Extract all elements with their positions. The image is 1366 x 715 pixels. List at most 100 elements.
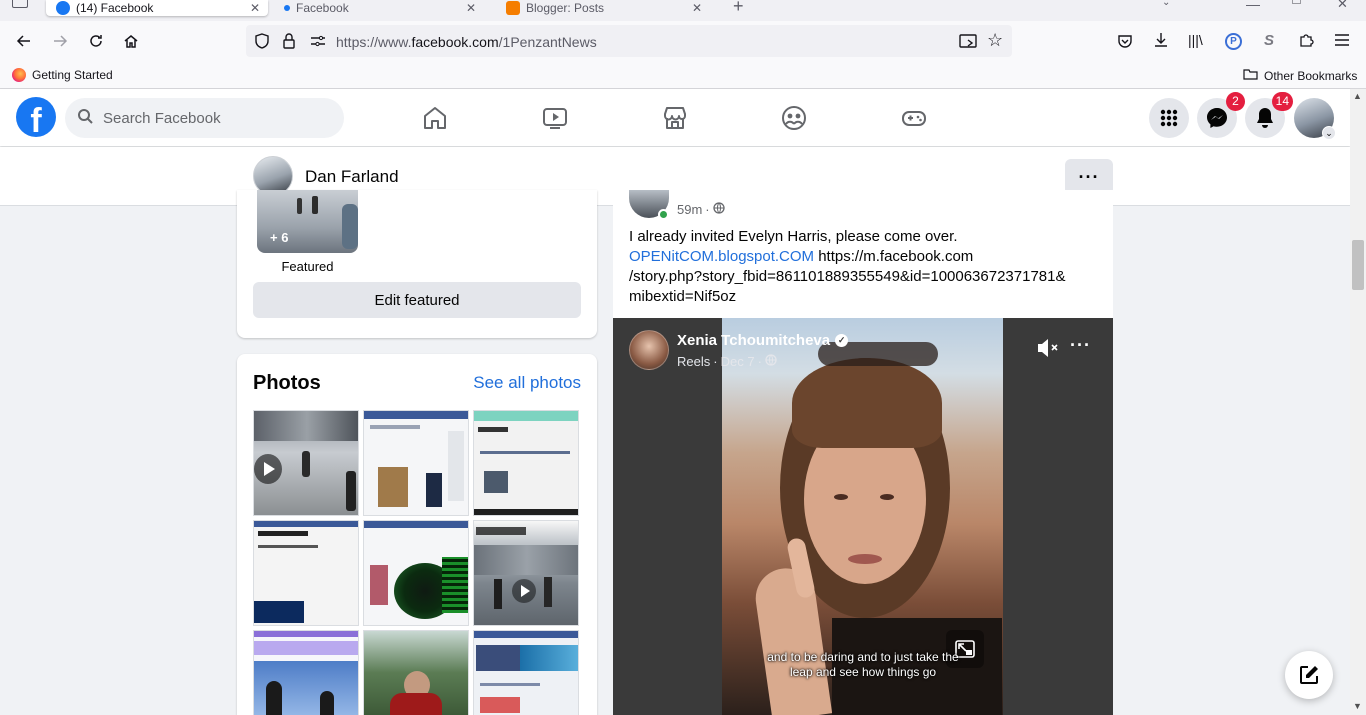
bookmark-star-icon[interactable]: ☆ — [987, 30, 1003, 51]
extensions-puzzle-icon[interactable] — [1298, 32, 1314, 53]
play-icon — [254, 454, 282, 484]
edit-featured-button[interactable]: Edit featured — [253, 282, 581, 318]
photo-thumbnail[interactable] — [363, 410, 469, 516]
close-window-icon[interactable]: ✕ — [1337, 0, 1348, 12]
close-tab-icon[interactable]: ✕ — [250, 1, 260, 15]
verified-badge-icon: ✓ — [835, 334, 849, 347]
pocket-icon[interactable] — [1117, 33, 1133, 54]
new-message-button[interactable] — [1285, 651, 1333, 699]
downloads-icon[interactable] — [1153, 32, 1169, 53]
scrollbar-thumb[interactable] — [1352, 240, 1364, 290]
facebook-header: f Search Facebook 2 14 ⌄ — [0, 89, 1350, 146]
featured-thumbnail[interactable]: + 6 — [257, 190, 358, 253]
grid-icon — [1160, 109, 1178, 127]
tab-blogger[interactable]: Blogger: Posts ✕ — [506, 0, 710, 16]
browser-tabstrip: (14) Facebook ✕ Facebook ✕ Blogger: Post… — [0, 0, 1366, 21]
extension-s-icon[interactable]: S — [1264, 32, 1274, 49]
reel-author-name[interactable]: Xenia Tchoumitcheva ✓ — [677, 332, 849, 349]
reel-date[interactable]: Dec 7 — [721, 354, 755, 369]
reel-author-avatar[interactable] — [629, 330, 669, 370]
reload-icon[interactable] — [84, 29, 108, 53]
photo-thumbnail[interactable] — [473, 630, 579, 715]
lock-icon[interactable] — [283, 33, 295, 54]
photo-thumbnail[interactable] — [363, 630, 469, 715]
restore-window-icon[interactable] — [1292, 0, 1301, 4]
extension-p-icon[interactable]: P — [1225, 33, 1242, 50]
nav-groups-icon[interactable] — [779, 103, 809, 133]
post-text: I already invited Evelyn Harris, please … — [629, 227, 1099, 307]
nav-video-icon[interactable] — [540, 103, 570, 133]
messenger-button[interactable]: 2 — [1197, 92, 1245, 138]
search-placeholder: Search Facebook — [103, 109, 221, 127]
play-icon — [512, 579, 536, 603]
address-bar[interactable]: https://www.facebook.com/1PenzantNews ☆ — [246, 25, 1012, 57]
photo-thumbnail[interactable] — [473, 410, 579, 516]
bookmark-getting-started[interactable]: Getting Started — [12, 68, 113, 82]
tab-facebook[interactable]: Facebook ✕ — [284, 0, 484, 16]
nav-gaming-icon[interactable] — [899, 103, 929, 133]
photo-thumbnail[interactable] — [253, 630, 359, 715]
url-text[interactable]: https://www.facebook.com/1PenzantNews — [336, 34, 597, 50]
back-icon[interactable] — [12, 29, 36, 53]
post-time[interactable]: 59m — [677, 202, 702, 217]
library-icon[interactable]: |||\ — [1188, 32, 1203, 48]
photo-thumbnail[interactable] — [253, 410, 359, 516]
search-input[interactable]: Search Facebook — [65, 98, 344, 138]
close-tab-icon[interactable]: ✕ — [692, 1, 702, 15]
post-blog-link[interactable]: OPENitCOM.blogspot.COM — [629, 248, 814, 265]
photo-thumbnail[interactable] — [253, 520, 359, 626]
nav-marketplace-icon[interactable] — [660, 103, 690, 133]
permissions-icon[interactable] — [310, 34, 326, 53]
notifications-button[interactable]: 14 — [1245, 92, 1293, 138]
video-caption: and to be daring and to just take the le… — [767, 650, 959, 679]
menu-grid-button[interactable] — [1149, 98, 1189, 138]
mute-icon[interactable] — [1036, 337, 1060, 359]
photos-card: Photos See all photos — [237, 354, 597, 715]
home-icon[interactable] — [119, 29, 143, 53]
post-url-link[interactable]: https://m.facebook.com — [818, 248, 973, 265]
scroll-down-icon[interactable]: ▼ — [1353, 701, 1362, 711]
post-url-continued[interactable]: /story.php?story_fbid=861101889355549&id… — [629, 267, 1099, 287]
tracking-protection-icon[interactable] — [255, 33, 269, 54]
scroll-up-icon[interactable]: ▲ — [1353, 91, 1362, 101]
chevron-down-icon: ⌄ — [1322, 126, 1336, 140]
folder-icon — [1243, 68, 1258, 83]
close-tab-icon[interactable]: ✕ — [466, 1, 476, 15]
reader-view-icon[interactable] — [959, 33, 977, 54]
photo-thumbnail[interactable] — [473, 520, 579, 626]
post-meta: 59m · — [677, 202, 725, 217]
tab-facebook-active[interactable]: (14) Facebook ✕ — [46, 0, 268, 16]
browser-navbar: https://www.facebook.com/1PenzantNews ☆ … — [0, 21, 1366, 61]
nav-home-icon[interactable] — [420, 103, 450, 133]
post-url-continued[interactable]: mibextid=Nif5oz — [629, 287, 1099, 307]
see-all-photos-link[interactable]: See all photos — [473, 373, 581, 393]
forward-icon[interactable] — [48, 29, 72, 53]
profile-name[interactable]: Dan Farland — [305, 167, 399, 187]
facebook-favicon-icon — [284, 5, 290, 11]
reel-source[interactable]: Reels — [677, 354, 710, 369]
globe-icon — [712, 202, 725, 217]
firefox-icon — [12, 68, 26, 82]
bookmarks-toolbar: Getting Started Other Bookmarks — [0, 61, 1366, 89]
new-tab-icon[interactable]: + — [733, 0, 744, 17]
blogger-favicon-icon — [506, 1, 520, 15]
hamburger-menu-icon[interactable] — [1334, 33, 1350, 52]
minimize-window-icon[interactable]: — — [1246, 0, 1260, 12]
photo-thumbnail[interactable] — [363, 520, 469, 626]
featured-label: Featured — [281, 259, 334, 274]
globe-icon — [765, 354, 777, 369]
messenger-badge: 2 — [1226, 92, 1245, 111]
account-avatar[interactable]: ⌄ — [1294, 98, 1336, 140]
reel-video-player[interactable]: Xenia Tchoumitcheva ✓ Reels · Dec 7 · ··… — [613, 318, 1113, 715]
reel-meta: Reels · Dec 7 · — [677, 354, 777, 369]
list-all-tabs-icon[interactable]: ⌄ — [1162, 0, 1170, 8]
tab-label: Blogger: Posts — [526, 1, 605, 15]
facebook-logo[interactable]: f — [16, 97, 56, 137]
bell-icon — [1257, 108, 1273, 128]
video-more-icon[interactable]: ··· — [1070, 336, 1091, 354]
bookmark-other-bookmarks[interactable]: Other Bookmarks — [1243, 68, 1357, 83]
tab-label: (14) Facebook — [76, 1, 154, 15]
page-scrollbar[interactable]: ▲ ▼ — [1350, 89, 1366, 715]
online-status-dot — [658, 209, 669, 220]
tab-overview-icon[interactable] — [12, 0, 28, 8]
